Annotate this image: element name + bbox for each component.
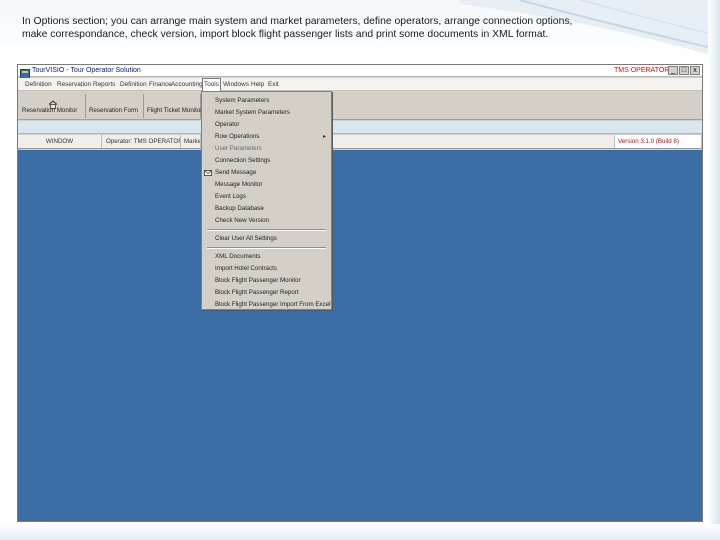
menu-block-flight-passenger-monitor[interactable]: Block Flight Passenger Monitor <box>203 275 330 287</box>
menu-block-flight-passenger-report[interactable]: Block Flight Passenger Report <box>203 287 330 299</box>
info-strip <box>18 121 702 134</box>
menu-row-operations[interactable]: Row Operations ▸ <box>203 131 330 143</box>
menu-send-message-label: Send Message <box>215 169 257 176</box>
menu-row-operations-label: Row Operations <box>215 133 260 140</box>
menu-check-new-version[interactable]: Check New Version <box>203 215 330 227</box>
menu-user-parameters[interactable]: User Parameters <box>203 143 330 155</box>
menu-operator[interactable]: Operator <box>203 119 330 131</box>
reservation-monitor-button[interactable]: Reservation Monitor <box>20 94 86 118</box>
menu-xml-documents[interactable]: XML Documents <box>203 251 330 263</box>
menu-separator <box>207 229 326 231</box>
maximize-button[interactable]: □ <box>679 66 689 75</box>
menu-accounting[interactable]: Accounting <box>170 79 204 90</box>
reservation-form-button[interactable]: Reservation Form <box>87 94 144 118</box>
window-title: TourVISIO - Tour Operator Solution <box>32 67 141 74</box>
menu-help[interactable]: Help <box>250 79 265 90</box>
slide-caption: In Options section; you can arrange main… <box>22 16 573 40</box>
menu-tools[interactable]: Tools <box>202 78 221 91</box>
workspace-area <box>18 150 702 521</box>
close-button[interactable]: x <box>690 66 700 75</box>
menu-windows[interactable]: Windows <box>222 79 250 90</box>
menu-reports[interactable]: Reports <box>92 79 116 90</box>
menu-connection-settings[interactable]: Connection Settings <box>203 155 330 167</box>
status-operator: Operator: TMS OPERATOR <box>103 135 181 148</box>
menu-event-logs[interactable]: Event Logs <box>203 191 330 203</box>
tools-dropdown-menu: System Parameters Market System Paramete… <box>201 91 332 310</box>
slide-right-border <box>708 0 720 540</box>
home-icon <box>48 96 58 109</box>
menu-system-parameters[interactable]: System Parameters <box>203 95 330 107</box>
menu-bar: Definition Reservation Reports Definitio… <box>18 78 702 91</box>
app-icon <box>20 66 30 79</box>
flight-ticket-monitor-button[interactable]: Flight Ticket Monitor <box>145 94 203 118</box>
reservation-form-label: Reservation Form <box>89 107 139 114</box>
logged-user: TMS OPERATOR <box>614 67 670 74</box>
menu-clear-user-settings[interactable]: Clear User All Settings <box>203 233 330 245</box>
menu-block-flight-passenger-import[interactable]: Block Flight Passenger Import From Excel <box>203 299 331 311</box>
toolbar: Reservation Monitor Reservation Form Fli… <box>18 92 702 120</box>
flight-ticket-monitor-label: Flight Ticket Monitor <box>147 107 203 114</box>
message-icon <box>204 169 212 177</box>
slide-bottom-border <box>0 524 720 540</box>
minimize-button[interactable]: _ <box>668 66 678 75</box>
menu-definition[interactable]: Definition <box>24 79 53 90</box>
menu-separator <box>207 247 326 249</box>
menu-definition-2[interactable]: Definition <box>119 79 148 90</box>
menu-reservation[interactable]: Reservation <box>56 79 92 90</box>
submenu-arrow-icon: ▸ <box>322 134 326 140</box>
title-bar: TourVISIO - Tour Operator Solution TMS O… <box>18 65 702 79</box>
menu-send-message[interactable]: Send Message <box>203 167 330 179</box>
status-bar: WINDOW Operator: TMS OPERATOR Market Ver… <box>18 135 702 149</box>
status-window: WINDOW <box>18 135 102 148</box>
status-version: Version 3.1.0 (Build 8) <box>614 135 702 148</box>
menu-import-hotel-contracts[interactable]: Import Hotel Contracts <box>203 263 330 275</box>
menu-exit[interactable]: Exit <box>267 79 280 90</box>
menu-message-monitor[interactable]: Message Monitor <box>203 179 330 191</box>
menu-market-system-parameters[interactable]: Market System Parameters <box>203 107 330 119</box>
reservation-monitor-label: Reservation Monitor <box>22 107 78 114</box>
status-market: Market <box>182 135 201 148</box>
menu-backup-database[interactable]: Backup Database <box>203 203 330 215</box>
app-window: TourVISIO - Tour Operator Solution TMS O… <box>17 64 703 522</box>
